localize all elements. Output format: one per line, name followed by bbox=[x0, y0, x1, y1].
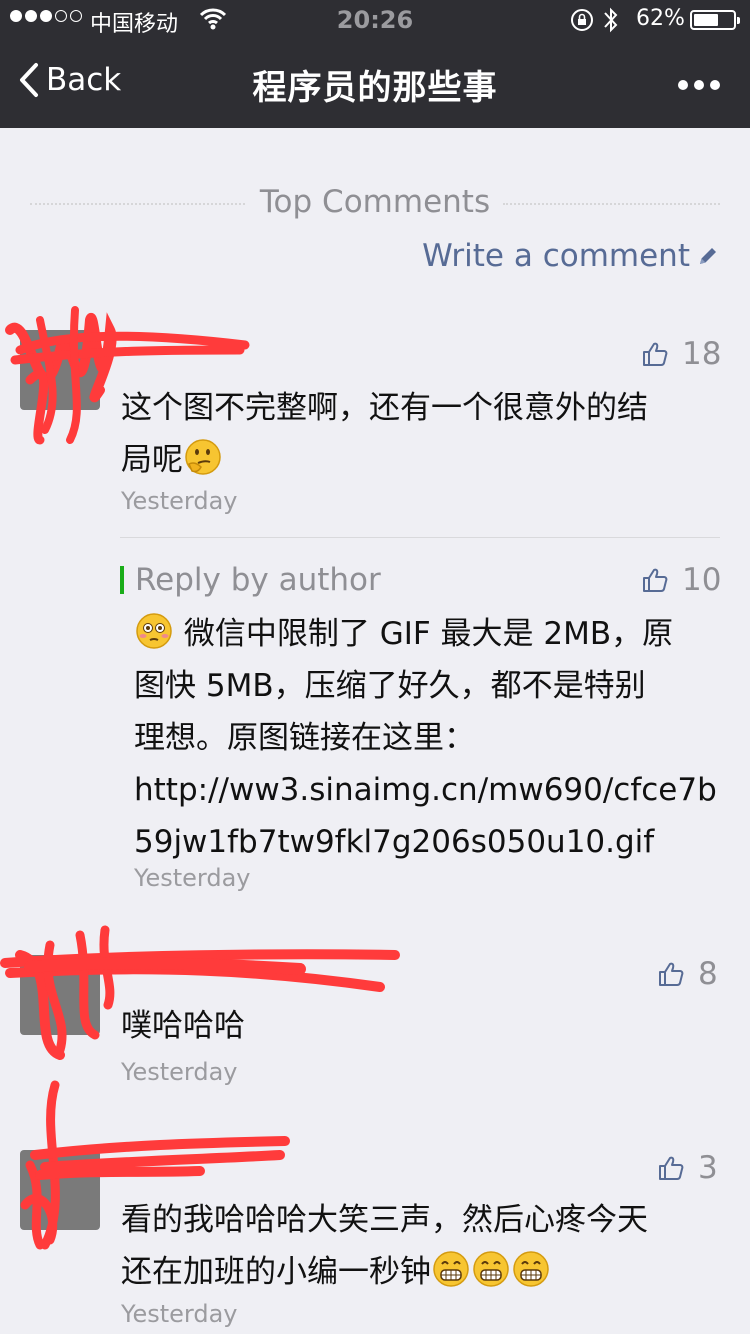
comment-timestamp: Yesterday bbox=[121, 1058, 238, 1086]
like-button[interactable]: 8 bbox=[658, 956, 718, 992]
comment-timestamp: Yesterday bbox=[121, 1300, 238, 1328]
reply-timestamp: Yesterday bbox=[134, 864, 251, 892]
write-comment-button[interactable]: Write a comment bbox=[422, 238, 720, 274]
avatar[interactable] bbox=[20, 955, 100, 1035]
pencil-icon bbox=[700, 248, 716, 264]
battery-icon bbox=[690, 10, 740, 30]
thumbs-up-icon bbox=[643, 342, 668, 366]
reply-text-line: 理想。原图链接在这里： bbox=[134, 720, 475, 756]
avatar[interactable] bbox=[20, 1150, 100, 1230]
reply-text: 微信中限制了 GIF 最大是 2MB，原 图快 5MB，压缩了好久，都不是特别 … bbox=[134, 608, 734, 868]
thinking-face-icon bbox=[185, 439, 221, 475]
reply-label: Reply by author bbox=[135, 562, 381, 598]
orientation-lock-icon bbox=[570, 8, 594, 38]
comment-text: 噗哈哈哈 bbox=[121, 1000, 721, 1052]
comment-text: 看的我哈哈哈大笑三声，然后心疼今天 还在加班的小编一秒钟 bbox=[121, 1194, 721, 1298]
navigation-bar: Back 程序员的那些事 bbox=[0, 40, 750, 128]
flushed-face-icon bbox=[136, 613, 172, 649]
grinning-face-icon bbox=[513, 1251, 549, 1287]
reply-link[interactable]: http://ww3.sinaimg.cn/mw690/cfce7b bbox=[134, 764, 734, 816]
like-button[interactable]: 3 bbox=[658, 1150, 718, 1186]
like-count: 18 bbox=[682, 336, 722, 372]
avatar[interactable] bbox=[20, 330, 100, 410]
like-button[interactable]: 10 bbox=[642, 562, 721, 598]
like-button[interactable]: 18 bbox=[642, 336, 721, 372]
more-options-button[interactable] bbox=[678, 80, 720, 90]
reply-accent-bar bbox=[120, 566, 124, 594]
thumbs-up-icon bbox=[659, 962, 684, 986]
status-bar: 中国移动 20:26 62% bbox=[0, 0, 750, 40]
bluetooth-icon bbox=[602, 6, 620, 40]
like-count: 8 bbox=[698, 956, 718, 992]
top-bar: 中国移动 20:26 62% Back 程序员的那些事 bbox=[0, 0, 750, 128]
comment-text-line: 噗哈哈哈 bbox=[121, 1008, 245, 1044]
grinning-face-icon bbox=[473, 1251, 509, 1287]
section-title: Top Comments bbox=[259, 184, 491, 220]
comment-timestamp: Yesterday bbox=[121, 487, 238, 515]
like-count: 10 bbox=[682, 562, 722, 598]
top-comments-header: Top Comments bbox=[30, 184, 720, 224]
battery-percentage: 62% bbox=[636, 6, 685, 31]
thumbs-up-icon bbox=[659, 1156, 684, 1180]
grinning-face-icon bbox=[433, 1251, 469, 1287]
thumbs-up-icon bbox=[643, 568, 668, 592]
comment-text-line: 局呢 bbox=[121, 434, 721, 486]
divider bbox=[120, 537, 720, 538]
reply-link[interactable]: 59jw1fb7tw9fkl7g206s050u10.gif bbox=[134, 816, 734, 868]
like-count: 3 bbox=[698, 1150, 718, 1186]
write-comment-label: Write a comment bbox=[422, 238, 690, 274]
page-title: 程序员的那些事 bbox=[252, 68, 498, 108]
reply-text-line: 微信中限制了 GIF 最大是 2MB，原 bbox=[134, 608, 734, 660]
comment-text-line: 还在加班的小编一秒钟 bbox=[121, 1246, 721, 1298]
divider bbox=[503, 203, 720, 205]
comment-text-line: 这个图不完整啊，还有一个很意外的结 bbox=[121, 390, 648, 426]
comment-text: 这个图不完整啊，还有一个很意外的结 局呢 bbox=[121, 382, 721, 486]
reply-text-line: 图快 5MB，压缩了好久，都不是特别 bbox=[134, 668, 646, 704]
comment-text-line: 看的我哈哈哈大笑三声，然后心疼今天 bbox=[121, 1202, 648, 1238]
